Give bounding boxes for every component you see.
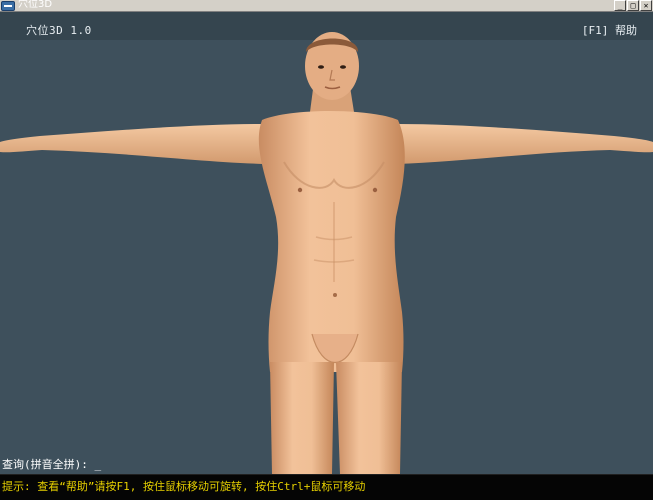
query-input[interactable]: _ [95,458,115,471]
status-bar: 提示: 查看“帮助”请按F1, 按住鼠标移动可旋转, 按住Ctrl+鼠标可移动 [0,474,653,500]
torso [258,111,405,372]
left-arm [0,124,264,164]
right-eye [340,65,346,69]
human-body-model[interactable] [0,12,653,474]
3d-viewport[interactable]: 穴位3D 1.0 [F1] 帮助 查询(拼音全拼): _ [0,12,653,474]
window-title: 穴位3D [18,0,53,10]
right-leg [336,362,402,474]
window-controls: _ □ ✕ [614,0,652,12]
navel [333,293,337,297]
left-nipple [297,187,303,193]
help-hint[interactable]: [F1] 帮助 [582,22,637,38]
query-label: 查询(拼音全拼): [2,458,88,471]
right-nipple [372,187,378,193]
window-titlebar[interactable]: 穴位3D _ □ ✕ [0,0,653,12]
query-row: 查询(拼音全拼): _ [2,456,115,472]
minimize-button[interactable]: _ [614,0,626,11]
right-arm [396,124,653,164]
left-eye [318,65,324,69]
status-hint: 提示: 查看“帮助”请按F1, 按住鼠标移动可旋转, 按住Ctrl+鼠标可移动 [2,480,366,493]
maximize-button[interactable]: □ [627,0,639,11]
left-leg [270,362,334,474]
app-icon [1,1,15,11]
app-title: 穴位3D 1.0 [26,24,92,37]
close-button[interactable]: ✕ [640,0,652,11]
